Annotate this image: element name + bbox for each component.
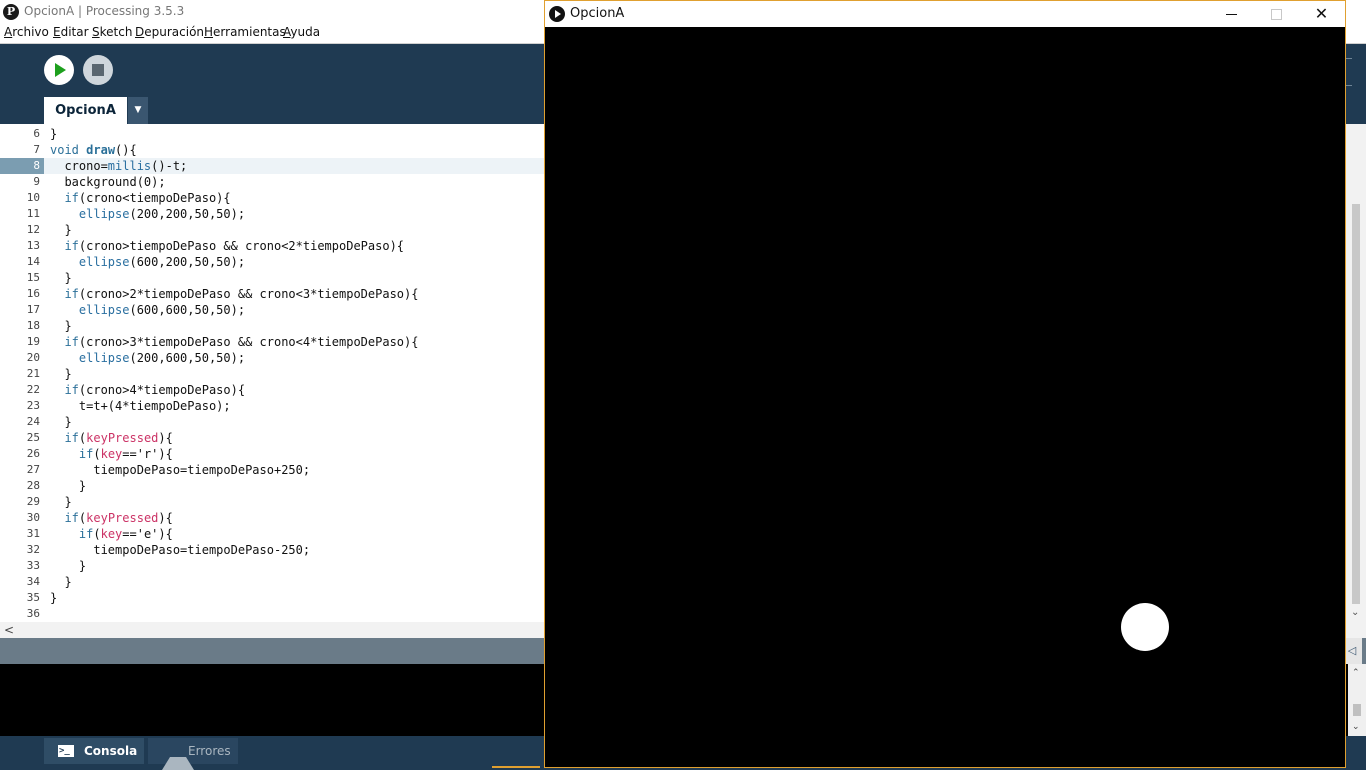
tab-errores[interactable]: Errores (148, 738, 238, 770)
line-number: 9 (33, 175, 40, 188)
line-number: 20 (26, 351, 40, 364)
sketch-title-bar[interactable]: OpcionA ✕ (545, 1, 1345, 27)
code-text[interactable]: if(crono>3*tiempoDePaso && crono<4*tiemp… (50, 334, 418, 350)
line-number: 16 (26, 287, 40, 300)
console-scroll-thumb[interactable] (1353, 704, 1361, 716)
terminal-icon (58, 738, 74, 764)
code-text[interactable]: tiempoDePaso=tiempoDePaso-250; (50, 542, 310, 558)
sketch-window-title: OpcionA (570, 6, 625, 21)
close-button[interactable]: ✕ (1299, 1, 1344, 27)
line-number: 19 (26, 335, 40, 348)
maximize-button[interactable] (1254, 1, 1299, 27)
tab-consola-label: Consola (84, 744, 138, 758)
tab-opciona[interactable]: OpcionA (44, 97, 127, 124)
line-number: 29 (26, 495, 40, 508)
menu-editar[interactable]: Editar (53, 25, 89, 39)
console-scroll-down-icon[interactable]: ⌄ (1352, 722, 1360, 732)
sketch-window: OpcionA ✕ (544, 0, 1346, 768)
line-number: 12 (26, 223, 40, 236)
code-text[interactable]: if(key=='r'){ (50, 446, 173, 462)
code-text[interactable]: void draw(){ (50, 142, 137, 158)
code-text[interactable]: } (50, 366, 71, 382)
line-number: 8 (0, 158, 44, 174)
code-text[interactable]: ellipse(200,200,50,50); (50, 206, 245, 222)
run-button[interactable] (44, 55, 74, 85)
code-text[interactable]: if(crono<tiempoDePaso){ (50, 190, 230, 206)
tab-menu-dropdown-icon[interactable]: ▼ (128, 97, 148, 124)
minimize-icon (1226, 14, 1237, 15)
menu-depuracion[interactable]: Depuración (135, 25, 204, 39)
processing-logo-icon: P (3, 4, 19, 20)
line-number: 7 (33, 143, 40, 156)
line-number: 22 (26, 383, 40, 396)
tab-errores-label: Errores (188, 744, 231, 758)
code-text[interactable]: if(crono>tiempoDePaso && crono<2*tiempoD… (50, 238, 404, 254)
code-text[interactable]: if(key=='e'){ (50, 526, 173, 542)
line-number: 15 (26, 271, 40, 284)
scroll-down-icon[interactable]: ⌄ (1351, 607, 1359, 618)
menu-ayuda[interactable]: Ayuda (283, 25, 320, 39)
line-number: 18 (26, 319, 40, 332)
line-number: 21 (26, 367, 40, 380)
line-number: 30 (26, 511, 40, 524)
stop-button[interactable] (83, 55, 113, 85)
console-scroll-up-icon[interactable]: ⌃ (1352, 668, 1360, 678)
maximize-icon (1271, 9, 1282, 20)
code-text[interactable]: crono=millis()-t; (50, 158, 187, 174)
line-number: 27 (26, 463, 40, 476)
scroll-left-icon[interactable]: < (4, 622, 14, 638)
code-text[interactable]: if(crono>4*tiempoDePaso){ (50, 382, 245, 398)
code-text[interactable]: ellipse(200,600,50,50); (50, 350, 245, 366)
code-text[interactable]: } (50, 574, 71, 590)
line-number: 34 (26, 575, 40, 588)
code-text[interactable]: } (50, 318, 71, 334)
line-number: 24 (26, 415, 40, 428)
line-number: 13 (26, 239, 40, 252)
code-text[interactable]: } (50, 558, 86, 574)
sketch-canvas[interactable] (545, 27, 1345, 767)
line-number: 23 (26, 399, 40, 412)
code-text[interactable]: } (50, 590, 57, 606)
line-number: 17 (26, 303, 40, 316)
console-scrollbar[interactable]: ⌃ ⌄ (1348, 664, 1366, 736)
minimize-button[interactable] (1209, 1, 1254, 27)
line-number: 26 (26, 447, 40, 460)
line-number: 28 (26, 479, 40, 492)
line-number: 14 (26, 255, 40, 268)
line-number: 10 (26, 191, 40, 204)
line-number: 35 (26, 591, 40, 604)
code-text[interactable]: } (50, 270, 71, 286)
tab-consola[interactable]: Consola (44, 738, 144, 764)
line-number: 25 (26, 431, 40, 444)
line-number: 33 (26, 559, 40, 572)
menu-archivo[interactable]: Archivo (4, 25, 49, 39)
code-text[interactable]: } (50, 126, 57, 142)
code-text[interactable]: tiempoDePaso=tiempoDePaso+250; (50, 462, 310, 478)
code-text[interactable]: } (50, 494, 71, 510)
code-text[interactable]: } (50, 222, 71, 238)
code-text[interactable]: if(keyPressed){ (50, 430, 172, 446)
line-number: 6 (33, 127, 40, 140)
editor-vertical-scrollbar[interactable]: ⌄ (1346, 124, 1366, 622)
line-number: 11 (26, 207, 40, 220)
white-circle (1121, 603, 1169, 651)
code-text[interactable]: background(0); (50, 174, 165, 190)
code-text[interactable]: ellipse(600,600,50,50); (50, 302, 245, 318)
editor-scroll-thumb[interactable] (1352, 204, 1360, 604)
line-number: 32 (26, 543, 40, 556)
code-text[interactable]: ellipse(600,200,50,50); (50, 254, 245, 270)
menu-herramientas[interactable]: Herramientas (204, 25, 286, 39)
code-text[interactable]: if(keyPressed){ (50, 510, 172, 526)
code-text[interactable]: } (50, 478, 86, 494)
ide-window-title: OpcionA | Processing 3.5.3 (24, 4, 185, 18)
code-text[interactable]: if(crono>2*tiempoDePaso && crono<3*tiemp… (50, 286, 418, 302)
menu-sketch[interactable]: Sketch (92, 25, 132, 39)
line-number: 31 (26, 527, 40, 540)
code-text[interactable]: } (50, 414, 71, 430)
code-text[interactable]: t=t+(4*tiempoDePaso); (50, 398, 231, 414)
line-number: 36 (26, 607, 40, 620)
sketch-play-icon (549, 6, 565, 22)
